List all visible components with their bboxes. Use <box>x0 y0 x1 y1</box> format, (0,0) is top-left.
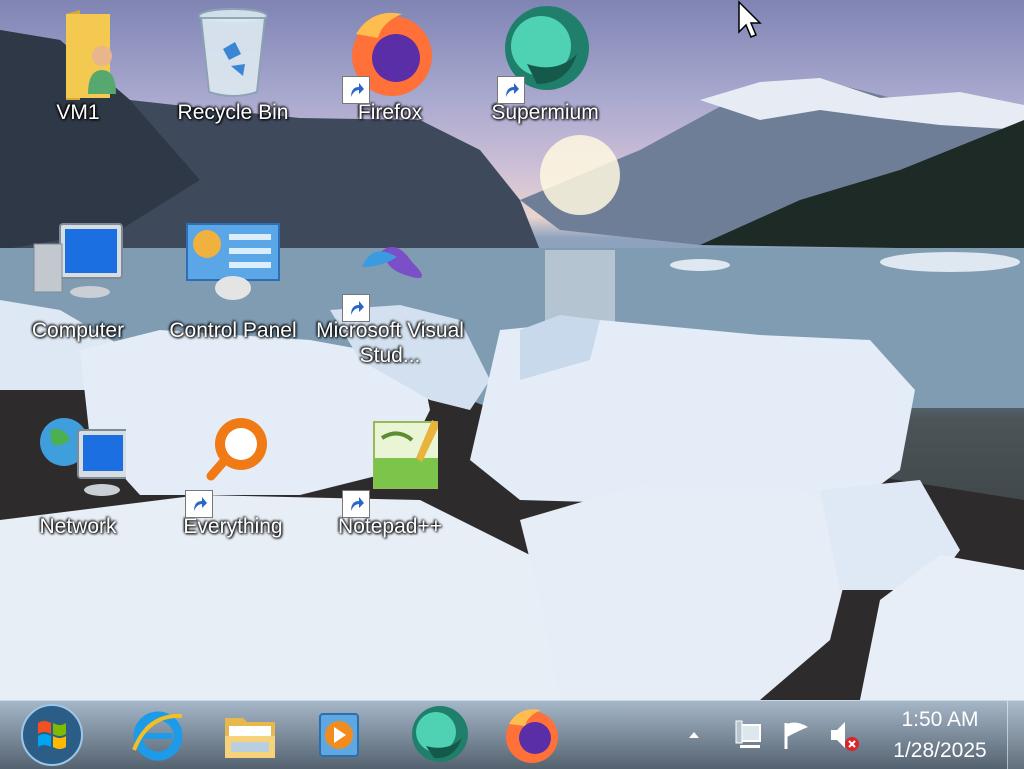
desktop-icon-label: Notepad++ <box>338 515 442 538</box>
tray-network[interactable] <box>730 717 766 753</box>
clock-date[interactable]: 1/28/2025 <box>875 739 1005 763</box>
taskbar-internet-explorer[interactable] <box>125 703 189 767</box>
internet-explorer-icon <box>132 711 183 761</box>
windows-start-orb-icon <box>21 704 83 766</box>
desktop-icon-label: VM1 <box>56 101 100 124</box>
shortcut-arrow-icon <box>342 294 370 322</box>
action-center-flag-icon <box>784 722 808 749</box>
desktop-icon-label: Everything <box>183 515 283 538</box>
show-desktop-button[interactable] <box>1007 701 1024 769</box>
desktop-icon-label: Recycle Bin <box>177 101 289 124</box>
desktop-icon-label: Network <box>39 515 117 538</box>
control-panel-icon <box>185 222 281 318</box>
desktop-icon-computer[interactable]: Computer <box>3 222 153 352</box>
media-player-icon <box>319 713 359 757</box>
supermium-icon <box>412 706 468 762</box>
desktop[interactable]: VM1 Recycle Bin Firefox Supermium Comput… <box>0 0 1024 700</box>
desktop-icon-recycle-bin[interactable]: Recycle Bin <box>158 4 308 134</box>
desktop-icon-label: Supermium <box>491 101 599 124</box>
shortcut-arrow-icon <box>185 490 213 518</box>
desktop-icon-control-panel[interactable]: Control Panel <box>158 222 308 352</box>
desktop-icon-network[interactable]: Network <box>3 418 153 548</box>
desktop-icon-label: Firefox <box>357 101 423 124</box>
start-button[interactable] <box>20 703 84 767</box>
notepad-plus-plus-icon <box>342 418 441 518</box>
clock-time[interactable]: 1:50 AM <box>875 708 1005 732</box>
network-status-icon <box>735 720 761 748</box>
taskbar: 1:50 AM 1/28/2025 <box>0 700 1024 769</box>
tray-action-center[interactable] <box>778 717 814 753</box>
mouse-cursor-icon <box>738 0 762 38</box>
show-hidden-icons-arrow-icon <box>689 732 699 738</box>
visual-studio-icon <box>342 222 438 322</box>
desktop-icon-label: Microsoft Visual Stud... <box>316 319 464 367</box>
everything-search-icon <box>185 418 281 518</box>
computer-icon <box>30 222 126 318</box>
shortcut-arrow-icon <box>342 76 370 104</box>
firefox-icon <box>506 709 558 763</box>
desktop-icon-label: Computer <box>31 319 125 342</box>
desktop-icon-firefox[interactable]: Firefox <box>315 4 465 134</box>
file-explorer-icon <box>225 718 275 758</box>
desktop-icon-notepad-plus-plus[interactable]: Notepad++ <box>315 418 465 548</box>
taskbar-firefox[interactable] <box>500 703 564 767</box>
network-icon <box>30 418 129 514</box>
tray-volume[interactable] <box>826 717 862 753</box>
taskbar-supermium[interactable] <box>407 703 471 767</box>
desktop-icon-label: Control Panel <box>169 319 297 342</box>
volume-muted-icon <box>831 722 859 751</box>
taskbar-file-explorer[interactable] <box>218 703 282 767</box>
desktop-icon-everything[interactable]: Everything <box>158 418 308 548</box>
supermium-icon <box>497 4 593 104</box>
desktop-icon-vm1[interactable]: VM1 <box>3 4 153 134</box>
taskbar-media-player[interactable] <box>307 703 371 767</box>
desktop-icon-supermium[interactable]: Supermium <box>470 4 620 134</box>
shortcut-arrow-icon <box>497 76 525 104</box>
user-folder-icon <box>30 4 126 102</box>
shortcut-arrow-icon <box>342 490 370 518</box>
desktop-icon-visual-studio[interactable]: Microsoft Visual Stud... <box>315 222 465 367</box>
recycle-bin-icon <box>185 4 281 100</box>
tray-show-hidden[interactable] <box>676 717 712 753</box>
firefox-icon <box>342 4 438 104</box>
